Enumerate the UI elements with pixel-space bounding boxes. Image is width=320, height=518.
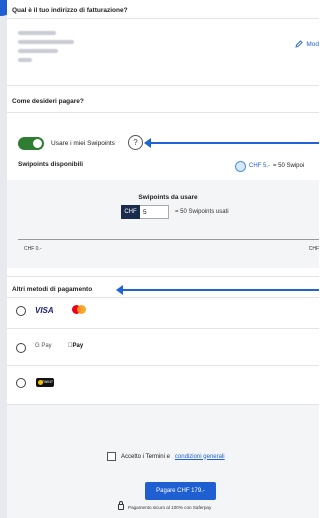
- swipoints-used-text: = 50 Swipoints usati: [175, 209, 229, 215]
- lock-icon: [118, 501, 124, 510]
- payment-method-card[interactable]: VISA: [7, 298, 319, 324]
- swipoints-amount-input[interactable]: [140, 205, 169, 219]
- address-line-street: [18, 40, 74, 44]
- swipoints-balance-note: = 50 Swipoi: [273, 163, 305, 169]
- left-edge-strip: [0, 0, 7, 518]
- secure-payment-note: Pagamento sicuro al 100% con Saferpay: [118, 501, 212, 510]
- terms-prefix: Accetto i Termini e: [121, 453, 170, 460]
- terms-checkbox[interactable]: [107, 452, 116, 461]
- address-line-country: [18, 58, 32, 62]
- other-methods-title: Altri metodi di pagamento: [12, 286, 93, 293]
- divider: [7, 328, 319, 329]
- slider-max-label: CHF: [308, 246, 319, 252]
- slider-min-label: CHF 0.-: [24, 246, 42, 252]
- swipoints-balance: CHF 5.- = 50 Swipoi: [235, 159, 320, 173]
- annotation-arrow: [116, 285, 319, 295]
- checkout-panel: Qual è il tuo indirizzo di fatturazione?…: [7, 0, 319, 518]
- terms-link[interactable]: condizioni generali: [175, 454, 225, 460]
- twint-icon: TWINT: [36, 378, 54, 387]
- address-line-city: [18, 49, 58, 53]
- swipoints-balance-value: CHF 5.-: [249, 163, 270, 169]
- swipoints-slider[interactable]: [18, 239, 319, 240]
- swipoints-available-label: Swipoints disponibili: [18, 161, 83, 168]
- google-pay-logo: G Pay: [35, 343, 52, 349]
- swipoints-toggle[interactable]: [18, 137, 44, 150]
- swipoints-coin-icon: [235, 160, 246, 172]
- payment-method-twint[interactable]: TWINT: [7, 370, 319, 396]
- terms-row: Accetto i Termini e condizioni generali: [107, 452, 225, 461]
- divider: [7, 276, 319, 277]
- payment-method-wallet[interactable]: G Pay Pay: [7, 335, 319, 361]
- mastercard-icon: [71, 304, 89, 316]
- radio-card[interactable]: [16, 306, 26, 316]
- divider: [7, 112, 319, 113]
- billing-question: Qual è il tuo indirizzo di fatturazione?: [12, 7, 128, 14]
- radio-twint[interactable]: [16, 378, 26, 388]
- divider: [7, 365, 319, 366]
- pencil-icon: [295, 40, 303, 48]
- currency-badge: CHF: [121, 205, 140, 219]
- divider: [7, 404, 319, 405]
- swipoints-toggle-label: Usare i miei Swipoints: [51, 140, 115, 147]
- checkout-footer: [7, 404, 319, 518]
- payment-question: Come desideri pagare?: [12, 98, 84, 105]
- apple-pay-logo: Pay: [68, 343, 83, 349]
- radio-wallet[interactable]: [16, 343, 26, 353]
- annotation-arrow: [144, 138, 319, 148]
- visa-logo: VISA: [35, 306, 54, 315]
- address-line-name: [18, 31, 56, 35]
- secure-text: Pagamento sicuro al 100% con Saferpay: [128, 504, 212, 510]
- swipoints-use-title: Swipoints da usare: [138, 194, 198, 201]
- divider: [7, 18, 319, 19]
- pay-button[interactable]: Pagare CHF 179.-: [145, 482, 216, 500]
- help-icon[interactable]: ?: [128, 135, 143, 150]
- toggle-knob: [33, 139, 42, 148]
- divider: [7, 85, 319, 86]
- modify-label: Mod: [306, 40, 319, 48]
- modify-address-link[interactable]: Mod: [295, 40, 319, 48]
